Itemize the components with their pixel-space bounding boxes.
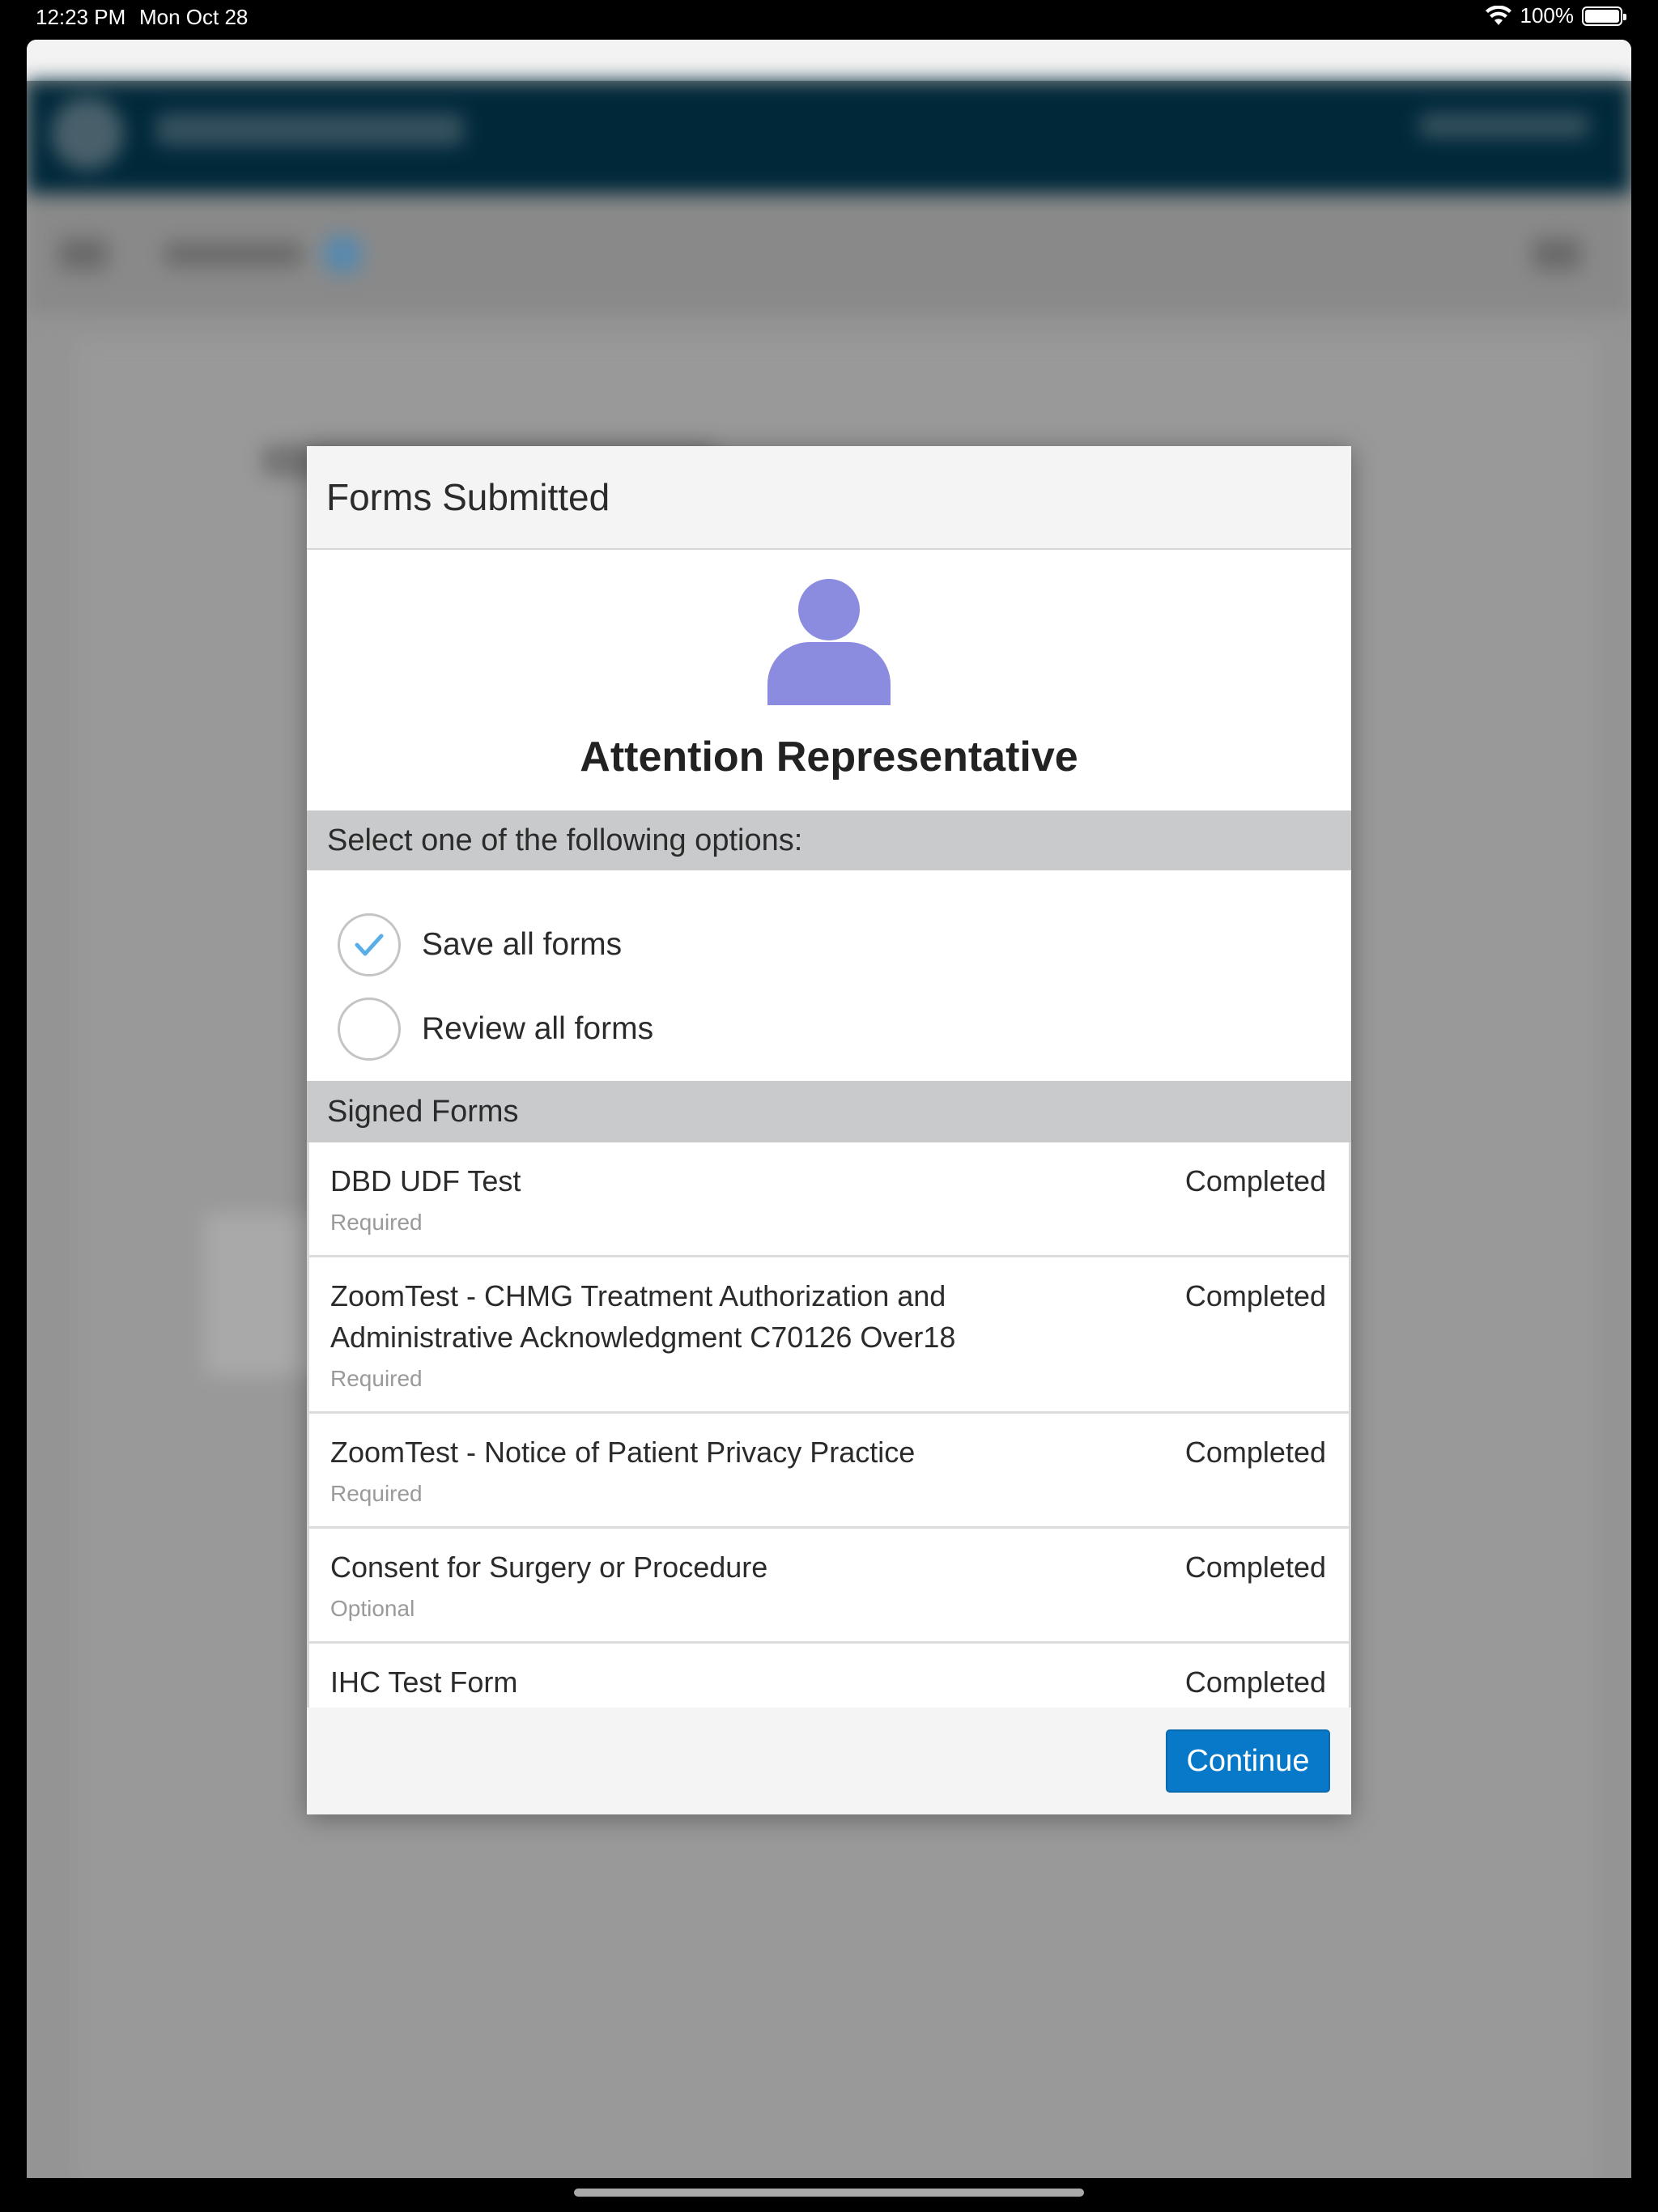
form-name: Consent for Surgery or Procedure (330, 1551, 768, 1584)
attention-section: Attention Representative (307, 550, 1351, 810)
battery-icon (1582, 6, 1626, 26)
status-right: 100% (1485, 3, 1626, 28)
form-name: DBD UDF Test (330, 1164, 521, 1197)
person-icon (767, 579, 891, 705)
review-all-forms-radio[interactable] (338, 998, 401, 1061)
signed-forms-list[interactable]: DBD UDF Test Required Completed ZoomTest… (307, 1142, 1351, 1708)
form-requirement: Required (330, 1366, 423, 1391)
option-review-all-forms[interactable]: Review all forms (338, 987, 1351, 1071)
save-all-forms-radio[interactable] (338, 913, 401, 976)
form-row[interactable]: DBD UDF Test Required Completed (309, 1142, 1349, 1257)
save-all-forms-label: Save all forms (422, 927, 623, 962)
form-status: Completed (1184, 1551, 1326, 1584)
battery-percent: 100% (1520, 3, 1575, 28)
review-all-forms-label: Review all forms (422, 1011, 654, 1046)
home-indicator[interactable] (574, 2189, 1084, 2197)
form-row[interactable]: ZoomTest - Notice of Patient Privacy Pra… (309, 1414, 1349, 1529)
options-header: Select one of the following options: (307, 810, 1351, 870)
form-status: Completed (1184, 1436, 1326, 1469)
forms-submitted-dialog: Forms Submitted Attention Representative… (307, 446, 1351, 1814)
status-date: Mon Oct 28 (139, 5, 249, 29)
signed-forms-header-label: Signed Forms (327, 1094, 519, 1129)
continue-button[interactable]: Continue (1166, 1729, 1330, 1793)
form-row[interactable]: Consent for Surgery or Procedure Optiona… (309, 1529, 1349, 1644)
form-status: Completed (1184, 1279, 1326, 1312)
form-requirement: Required (330, 1481, 423, 1506)
checkmark-icon (355, 934, 384, 956)
form-name: IHC Test Form (330, 1665, 518, 1699)
signed-forms-header: Signed Forms (307, 1081, 1351, 1142)
form-requirement: Optional (330, 1596, 415, 1621)
modal-title: Forms Submitted (326, 476, 610, 518)
form-status: Completed (1184, 1164, 1326, 1197)
modal-header: Forms Submitted (307, 446, 1351, 550)
option-save-all-forms[interactable]: Save all forms (338, 903, 1351, 987)
form-name: ZoomTest - Notice of Patient Privacy Pra… (330, 1436, 916, 1469)
form-row[interactable]: ZoomTest - CHMG Treatment Authorization … (309, 1257, 1349, 1414)
options-group: Save all forms Review all forms (307, 870, 1351, 1081)
modal-footer: Continue (307, 1708, 1351, 1814)
status-bar: 12:23 PM Mon Oct 28 100% (0, 0, 1658, 36)
form-status: Completed (1184, 1665, 1326, 1699)
wifi-icon (1485, 5, 1511, 25)
status-time: 12:23 PM (36, 5, 126, 29)
options-header-label: Select one of the following options: (327, 823, 803, 857)
attention-heading: Attention Representative (580, 734, 1078, 781)
form-name: ZoomTest - CHMG Treatment Authorization … (330, 1279, 956, 1354)
form-requirement: Required (330, 1210, 423, 1235)
form-row[interactable]: IHC Test Form Completed (309, 1644, 1349, 1708)
